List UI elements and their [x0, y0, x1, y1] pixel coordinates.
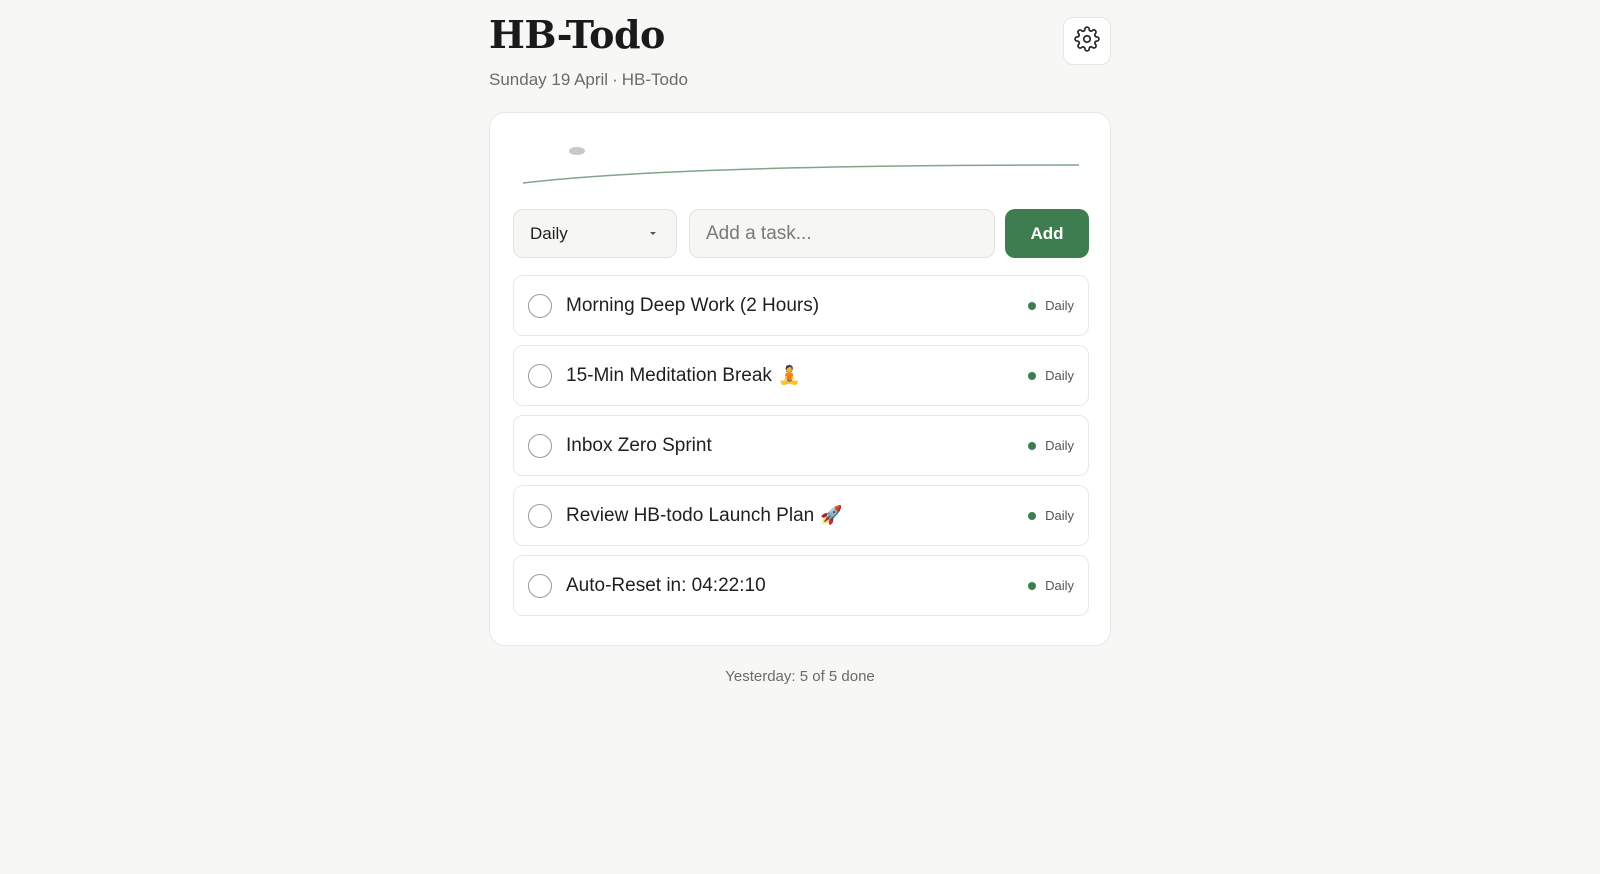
header: HB-Todo Sunday 19 April · HB-Todo — [489, 0, 1111, 112]
chevron-down-icon — [650, 232, 656, 235]
frequency-tag: Daily — [1028, 578, 1074, 593]
task-checkbox[interactable] — [528, 573, 552, 598]
settings-button[interactable] — [1063, 17, 1111, 65]
date-label: Sunday 19 April — [489, 70, 609, 89]
status-dot-icon — [1028, 441, 1037, 450]
task-row[interactable]: Review HB-todo Launch Plan 🚀 Daily — [513, 485, 1089, 546]
gear-icon — [1074, 25, 1100, 57]
task-checkbox[interactable] — [528, 363, 552, 388]
status-dot-icon — [1028, 301, 1037, 310]
task-checkbox[interactable] — [528, 293, 552, 318]
frequency-tag-label: Daily — [1045, 298, 1074, 313]
frequency-select[interactable]: Daily — [513, 209, 677, 258]
task-input[interactable] — [689, 209, 995, 258]
status-dot-icon — [1028, 511, 1037, 520]
frequency-tag: Daily — [1028, 508, 1074, 523]
frequency-tag: Daily — [1028, 298, 1074, 313]
task-emoji: 🧘 — [777, 364, 801, 385]
frequency-tag-label: Daily — [1045, 508, 1074, 523]
task-row[interactable]: Morning Deep Work (2 Hours) Daily — [513, 275, 1089, 336]
task-checkbox[interactable] — [528, 433, 552, 458]
progress-sparkline — [523, 147, 1079, 184]
app-title: HB-Todo — [489, 12, 665, 57]
task-emoji: 🚀 — [820, 504, 843, 525]
frequency-tag-label: Daily — [1045, 368, 1074, 383]
task-checkbox[interactable] — [528, 503, 552, 528]
frequency-tag-label: Daily — [1045, 578, 1074, 593]
subtitle-separator: · — [612, 70, 618, 89]
subtitle: Sunday 19 April · HB-Todo — [489, 70, 688, 90]
task-list: Morning Deep Work (2 Hours) Daily 15-Min… — [513, 275, 1089, 625]
add-button[interactable]: Add — [1005, 209, 1089, 258]
frequency-tag: Daily — [1028, 438, 1074, 453]
task-card: Daily Add Morning Deep Work (2 Hours) Da… — [489, 112, 1111, 646]
task-text: Auto-Reset in: 04:22:10 — [566, 574, 766, 596]
task-text: Review HB-todo Launch Plan 🚀 — [566, 504, 843, 526]
add-task-controls: Daily Add — [513, 209, 1089, 258]
task-text: 15-Min Meditation Break 🧘 — [566, 364, 801, 386]
frequency-selected-label: Daily — [530, 223, 568, 243]
frequency-tag: Daily — [1028, 368, 1074, 383]
status-dot-icon — [1028, 581, 1037, 590]
task-text: Morning Deep Work (2 Hours) — [566, 294, 820, 316]
task-row[interactable]: Inbox Zero Sprint Daily — [513, 415, 1089, 476]
task-row[interactable]: Auto-Reset in: 04:22:10 Daily — [513, 555, 1089, 616]
sparkline-marker — [569, 147, 585, 155]
task-row[interactable]: 15-Min Meditation Break 🧘 Daily — [513, 345, 1089, 406]
status-dot-icon — [1028, 371, 1037, 380]
frequency-tag-label: Daily — [1045, 438, 1074, 453]
app-container: HB-Todo Sunday 19 April · HB-Todo Daily A — [489, 0, 1111, 685]
subtitle-app-name: HB-Todo — [621, 70, 688, 89]
yesterday-summary: Yesterday: 5 of 5 done — [725, 668, 875, 685]
task-text: Inbox Zero Sprint — [566, 434, 712, 456]
sparkline-line — [523, 164, 1079, 184]
